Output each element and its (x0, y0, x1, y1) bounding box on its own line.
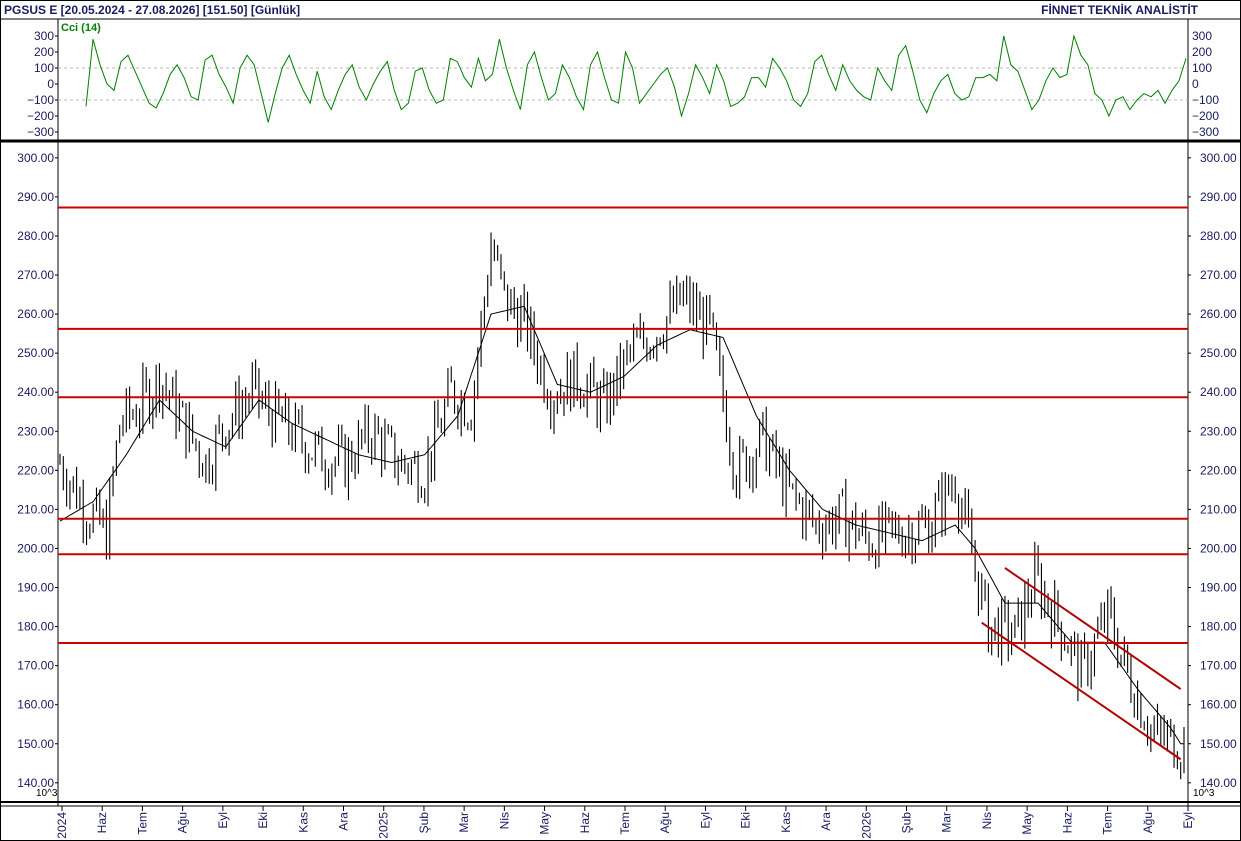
price-tick-label-right: 290.00 (1200, 190, 1237, 204)
price-tick-label-right: 230.00 (1200, 424, 1237, 438)
time-tick-label: Eyl (698, 812, 712, 829)
price-tick-label-right: 210.00 (1200, 502, 1237, 516)
time-tick-label: Ara (819, 812, 833, 831)
time-tick-label: Tem (135, 812, 149, 835)
cci-tick-label-left: −100 (27, 93, 54, 107)
time-tick-label: Nis (980, 812, 994, 829)
price-tick-label-left: 270.00 (17, 268, 54, 282)
cci-indicator-label[interactable]: Cci (14) (61, 22, 101, 34)
price-tick-label-left: 150.00 (17, 737, 54, 751)
price-tick-label-left: 190.00 (17, 581, 54, 595)
channel-upper-line[interactable] (1004, 567, 1182, 690)
price-bars[interactable] (59, 232, 1185, 780)
time-tick-label: Eki (739, 812, 753, 829)
time-tick-label: Tem (618, 812, 632, 835)
price-tick-label-right: 280.00 (1200, 229, 1237, 243)
cci-line[interactable] (85, 34, 1187, 123)
price-tick-label-left: 260.00 (17, 307, 54, 321)
time-tick-label: Ağu (658, 812, 672, 833)
time-tick-label: Nis (497, 812, 511, 829)
price-tick-label-right: 150.00 (1200, 737, 1237, 751)
time-tick-label: Haz (1060, 812, 1074, 833)
cci-tick-label-left: 100 (34, 61, 54, 75)
time-tick-label: Kas (296, 812, 310, 833)
scale-label-left: 10^3 (36, 788, 58, 799)
price-tick-label-left: 290.00 (17, 190, 54, 204)
price-tick-label-right: 180.00 (1200, 620, 1237, 634)
provider-label: FİNNET TEKNİK ANALİSTİT (1041, 2, 1199, 17)
price-tick-label-left: 200.00 (17, 541, 54, 555)
cci-tick-label-left: 300 (34, 29, 54, 43)
time-tick-label: Mar (940, 812, 954, 833)
price-tick-label-left: 300.00 (17, 151, 54, 165)
price-tick-label-right: 300.00 (1200, 151, 1237, 165)
cci-tick-label-left: 200 (34, 45, 54, 59)
cci-tick-label-right: 100 (1192, 61, 1212, 75)
moving-average-line[interactable] (59, 305, 1184, 745)
cci-tick-label-left: −300 (27, 125, 54, 139)
price-tick-label-right: 220.00 (1200, 463, 1237, 477)
price-tick-label-left: 160.00 (17, 698, 54, 712)
time-tick-label: May (1020, 812, 1034, 835)
time-tick-label: Kas (779, 812, 793, 833)
cci-tick-label-right: 300 (1192, 29, 1212, 43)
price-tick-label-left: 250.00 (17, 346, 54, 360)
cci-tick-label-right: −300 (1192, 125, 1219, 139)
time-axis: 2024 Haz Tem Ağu Eyl Eki Kas Ara 2025 Şub Mar Nis Ma… (55, 806, 1195, 839)
price-panel[interactable]: 140.00 140.00150.00 150.00160.00 160.00170.… (17, 151, 1237, 790)
price-tick-label-left: 240.00 (17, 385, 54, 399)
price-tick-label-right: 170.00 (1200, 659, 1237, 673)
time-tick-label: Ağu (1141, 812, 1155, 833)
cci-tick-label-right: −100 (1192, 93, 1219, 107)
price-tick-label-right: 260.00 (1200, 307, 1237, 321)
price-tick-label-left: 230.00 (17, 424, 54, 438)
cci-panel[interactable]: −300 −300 −200 −200 −100 −100 0 0 100 100 200 200 30… (27, 29, 1219, 139)
cci-tick-label-right: 0 (1192, 77, 1199, 91)
time-tick-label: Ara (337, 812, 351, 831)
time-tick-label: Tem (1101, 812, 1115, 835)
price-tick-label-right: 200.00 (1200, 541, 1237, 555)
time-tick-label: Eki (256, 812, 270, 829)
cci-tick-label-left: 0 (47, 77, 54, 91)
price-tick-label-right: 250.00 (1200, 346, 1237, 360)
time-tick-label: Haz (95, 812, 109, 833)
cci-tick-label-right: −200 (1192, 109, 1219, 123)
cci-tick-label-right: 200 (1192, 45, 1212, 59)
time-tick-label: 2026 (859, 812, 873, 839)
time-tick-label: 2024 (55, 812, 69, 839)
price-tick-label-right: 270.00 (1200, 268, 1237, 282)
price-tick-label-right: 190.00 (1200, 581, 1237, 595)
price-tick-label-right: 160.00 (1200, 698, 1237, 712)
chart-title: PGSUS E [20.05.2024 - 27.08.2026] [151.5… (4, 3, 300, 17)
price-tick-label-left: 220.00 (17, 463, 54, 477)
time-tick-label: May (538, 812, 552, 835)
scale-label-right: 10^3 (1193, 788, 1215, 799)
price-tick-label-left: 170.00 (17, 659, 54, 673)
time-tick-label: Mar (457, 812, 471, 833)
chart-window: PGSUS E [20.05.2024 - 27.08.2026] [151.5… (0, 0, 1241, 841)
time-tick-label: 2025 (377, 812, 391, 839)
cci-tick-label-left: −200 (27, 109, 54, 123)
price-tick-label-left: 210.00 (17, 502, 54, 516)
price-tick-label-left: 180.00 (17, 620, 54, 634)
price-tick-label-left: 280.00 (17, 229, 54, 243)
time-tick-label: Eyl (1181, 812, 1195, 829)
time-tick-label: Eyl (216, 812, 230, 829)
price-tick-label-right: 240.00 (1200, 385, 1237, 399)
time-tick-label: Şub (900, 812, 914, 834)
time-tick-label: Haz (578, 812, 592, 833)
time-tick-label: Ağu (176, 812, 190, 833)
time-tick-label: Şub (417, 812, 431, 834)
